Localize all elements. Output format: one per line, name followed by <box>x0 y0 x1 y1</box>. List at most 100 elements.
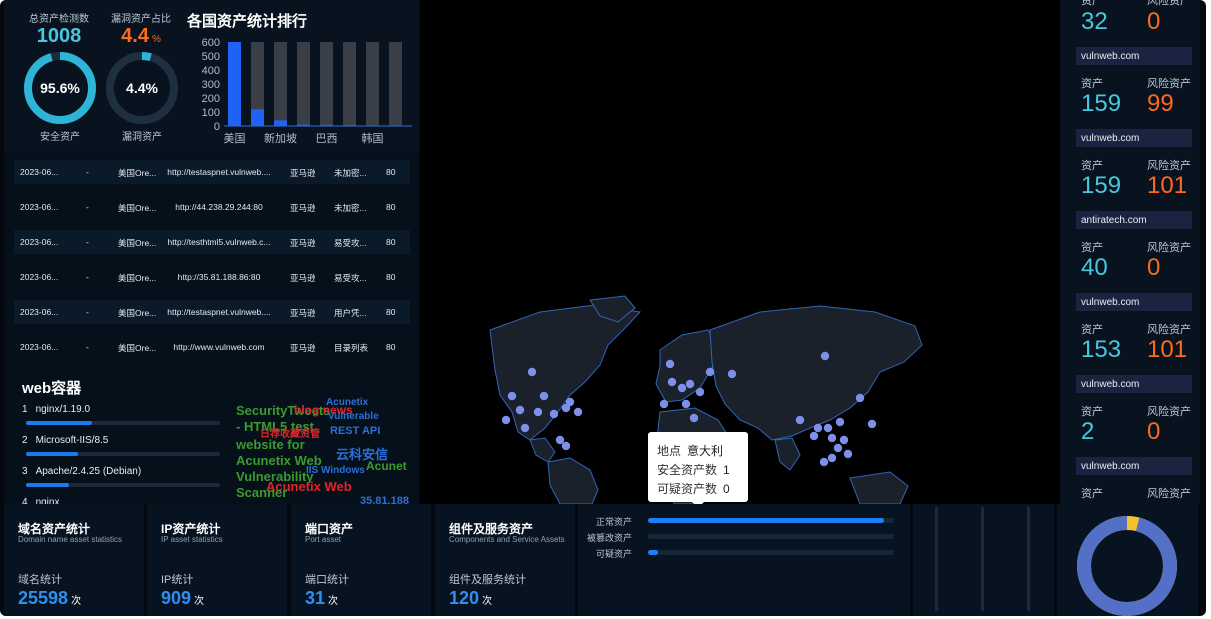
asset-location-dot[interactable] <box>833 443 843 453</box>
europe-shape <box>655 329 719 403</box>
asset-location-dot[interactable] <box>565 397 575 407</box>
asset-location-dot[interactable] <box>527 367 537 377</box>
asset-location-dot[interactable] <box>501 415 511 425</box>
asset-location-dot[interactable] <box>835 417 845 427</box>
stat-card-unit: 次 <box>194 596 205 607</box>
asset-location-dot[interactable] <box>561 441 571 451</box>
asset-location-dot[interactable] <box>855 393 865 403</box>
table-cell: http://35.81.188.86:80 <box>177 272 261 282</box>
asset-location-dot[interactable] <box>813 423 823 433</box>
map-tooltip: 地点 意大利 安全资产数 1 可疑资产数 0 <box>648 432 748 508</box>
word-cloud-term: 35.81.188 <box>360 495 409 505</box>
table-cell: 美国Ore... <box>118 273 157 283</box>
web-item-rank: 4 <box>22 497 28 504</box>
asset-location-dot[interactable] <box>533 407 543 417</box>
asset-location-dot[interactable] <box>827 453 837 463</box>
table-row[interactable]: 2023-06... - 美国Ore... http://44.238.29.244:… <box>14 195 410 219</box>
site-asset-value: 2 <box>1081 418 1095 445</box>
central-america-shape <box>529 437 556 463</box>
asset-location-dot[interactable] <box>665 359 675 369</box>
asset-location-dot[interactable] <box>827 433 837 443</box>
table-row[interactable]: 2023-06... - 美国Ore... http://www.vulnweb.co… <box>14 335 410 352</box>
web-item-bar-fill <box>26 483 69 487</box>
asset-location-dot[interactable] <box>685 379 695 389</box>
y-tick-label: 400 <box>202 65 220 77</box>
tooltip-location-label: 地点 <box>657 444 682 458</box>
stat-card-value: 909 <box>161 588 192 608</box>
table-row[interactable]: 2023-06... - 美国Ore... http://testhtml5.vuln… <box>14 230 410 254</box>
asset-location-dot[interactable] <box>809 431 819 441</box>
asset-location-dot[interactable] <box>659 399 669 409</box>
asset-location-dot[interactable] <box>667 377 677 387</box>
asset-location-dot[interactable] <box>681 399 691 409</box>
safe-ring-label: 安全资产 <box>40 132 80 143</box>
site-domain-label[interactable]: vulnweb.com <box>1076 457 1192 475</box>
site-domain-label[interactable]: vulnweb.com <box>1076 129 1192 147</box>
bar-background <box>320 42 333 126</box>
asset-location-dot[interactable] <box>819 457 829 467</box>
tooltip-suspect-label: 可疑资产数 <box>657 482 718 496</box>
web-item-name: nginx/1.19.0 <box>35 404 91 415</box>
word-cloud-term: IIS Windows <box>306 465 365 476</box>
site-risk-value: 101 <box>1147 172 1188 199</box>
table-cell: 2023-06... <box>20 307 59 317</box>
table-cell: http://testaspnet.vulnweb.... <box>167 307 271 317</box>
dashboard-screen: 总资产检测数 1008 漏洞资产占比 4.4% 95.6% 安全资产 4.4% … <box>0 0 1206 616</box>
stat-card[interactable]: IP资产统计 IP asset statistics IP统计 909 次 <box>147 504 287 616</box>
world-map-svg <box>489 295 923 504</box>
stat-card[interactable]: 域名资产统计 Domain name asset statistics 域名统计 25… <box>4 504 144 616</box>
site-risk-label: 风险资产 <box>1147 488 1191 500</box>
site-domain-label[interactable]: vulnweb.com <box>1076 47 1192 65</box>
y-tick-label: 500 <box>202 51 220 63</box>
asset-location-dot[interactable] <box>573 407 583 417</box>
site-asset-label: 资产 <box>1081 242 1103 254</box>
asset-location-dot[interactable] <box>695 387 705 397</box>
site-domain-label[interactable]: vulnweb.com <box>1076 293 1192 311</box>
table-row[interactable]: 2023-06... - 美国Ore... http://testaspnet.vul… <box>14 300 410 324</box>
asset-location-dot[interactable] <box>539 391 549 401</box>
bar-background <box>343 42 356 126</box>
asset-location-dot[interactable] <box>549 409 559 419</box>
asset-location-dot[interactable] <box>867 419 877 429</box>
asset-location-dot[interactable] <box>820 351 830 361</box>
asset-location-dot[interactable] <box>515 405 525 415</box>
site-asset-value: 153 <box>1081 336 1122 363</box>
asset-overview-panel: 总资产检测数 1008 漏洞资产占比 4.4% 95.6% 安全资产 4.4% … <box>4 0 419 152</box>
table-cell: - <box>86 202 89 212</box>
vuln-ring-value: 4.4% <box>126 80 158 96</box>
bar-background <box>274 42 287 126</box>
bar <box>228 42 241 126</box>
table-row[interactable]: 2023-06... - 美国Ore... http://testaspnet.vul… <box>14 160 410 184</box>
web-item-name: Apache/2.4.25 (Debian) <box>35 466 142 477</box>
asset-location-dot[interactable] <box>839 435 849 445</box>
site-domain-label[interactable]: antiratech.com <box>1076 211 1192 229</box>
site-asset-label: 资产 <box>1081 488 1103 500</box>
table-cell: 80 <box>386 167 396 177</box>
asset-location-dot[interactable] <box>555 435 565 445</box>
asset-location-dot[interactable] <box>727 369 737 379</box>
asset-location-dot[interactable] <box>677 383 687 393</box>
stat-card[interactable]: 组件及服务资产 Components and Service Assets 组件及服… <box>435 504 575 616</box>
asset-location-dot[interactable] <box>823 423 833 433</box>
table-cell: 用户凭... <box>334 308 367 318</box>
site-asset-label: 资产 <box>1081 406 1103 418</box>
asset-location-dot[interactable] <box>689 413 699 423</box>
web-item-bar-track <box>26 483 220 487</box>
status-bar-label: 被篡改资产 <box>586 533 632 543</box>
table-row[interactable]: 2023-06... - 美国Ore... http://35.81.188.86:8… <box>14 265 410 289</box>
table-cell: 80 <box>386 272 396 282</box>
world-map[interactable] <box>420 0 1060 504</box>
asset-location-dot[interactable] <box>795 415 805 425</box>
site-risk-label: 风险资产 <box>1147 406 1191 418</box>
asset-location-dot[interactable] <box>705 367 715 377</box>
web-item-rank: 3 <box>22 466 28 477</box>
country-ranking-title: 各国资产统计排行 <box>187 13 308 30</box>
site-risk-label: 风险资产 <box>1147 160 1191 172</box>
asset-location-dot[interactable] <box>843 449 853 459</box>
stat-card[interactable]: 端口资产 Port asset 端口统计 31 次 <box>291 504 431 616</box>
asset-location-dot[interactable] <box>520 423 530 433</box>
site-domain-label[interactable]: vulnweb.com <box>1076 375 1192 393</box>
total-assets-label: 总资产检测数 <box>29 14 89 25</box>
total-assets-value: 1008 <box>36 25 82 47</box>
asset-location-dot[interactable] <box>507 391 517 401</box>
